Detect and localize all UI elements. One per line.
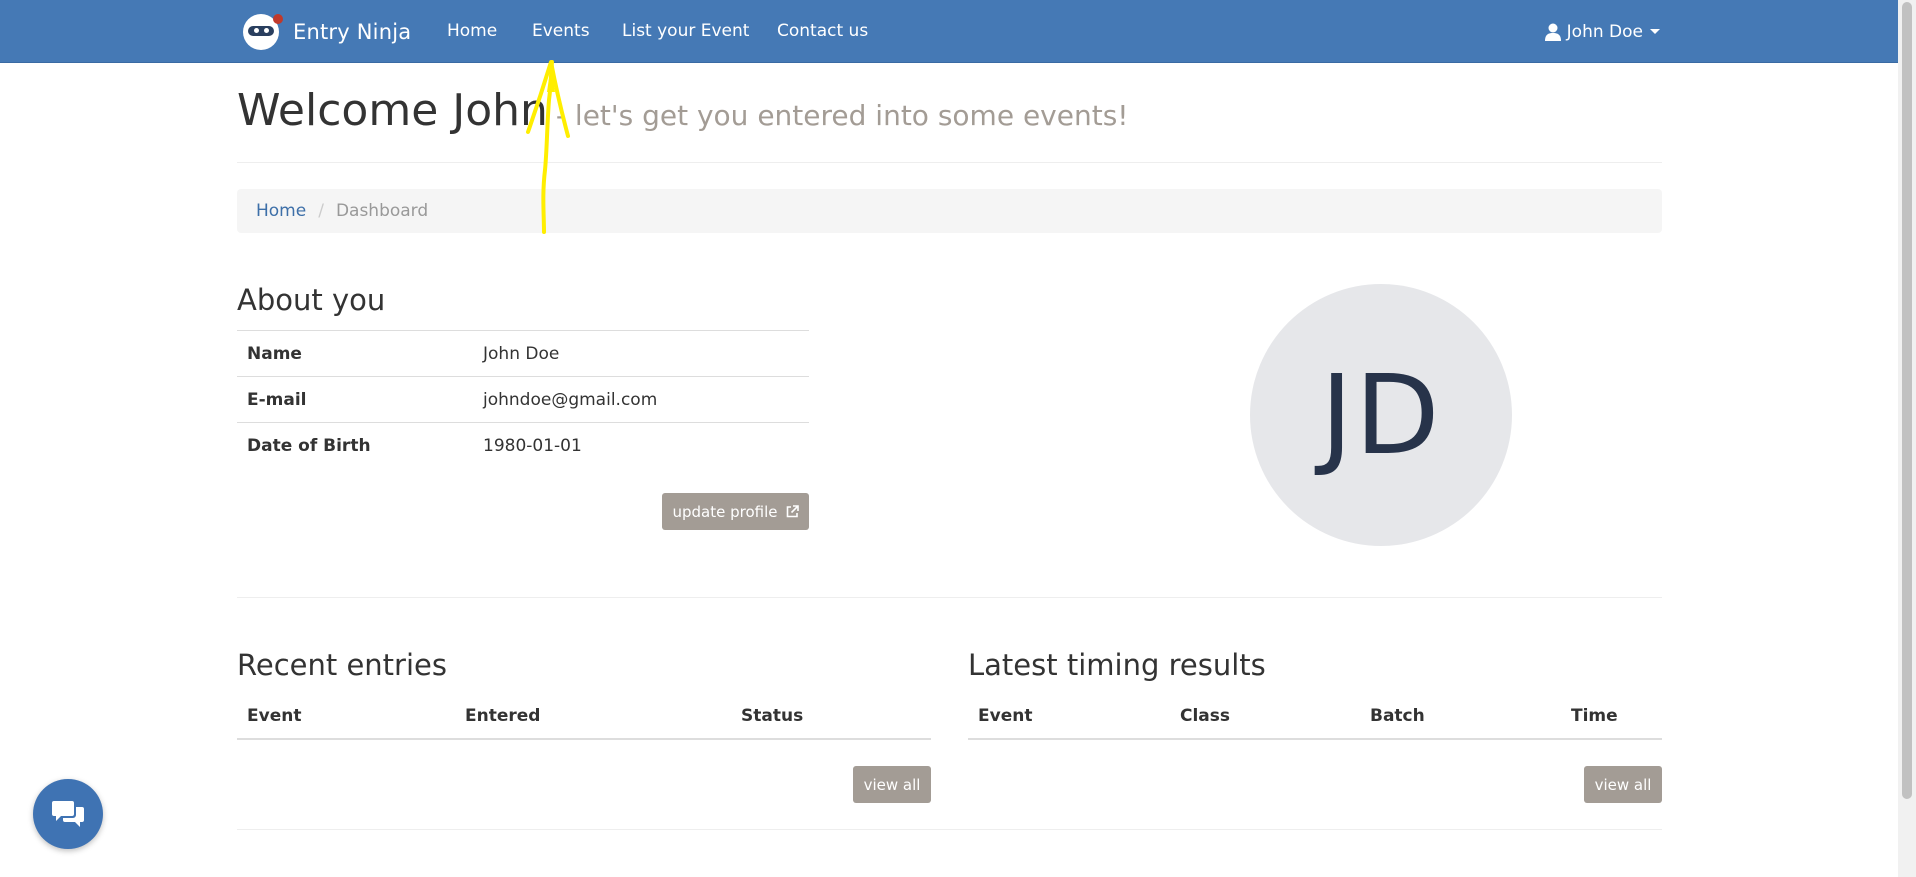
ninja-logo-icon bbox=[243, 13, 283, 50]
timing-results-view-all-button[interactable]: view all bbox=[1584, 766, 1662, 803]
avatar: JD bbox=[1250, 284, 1512, 546]
column-time: Time bbox=[1561, 693, 1662, 740]
breadcrumb-separator: / bbox=[318, 201, 324, 221]
table-header-row: Event Entered Status bbox=[237, 693, 931, 740]
recent-entries-table: Event Entered Status bbox=[237, 693, 931, 740]
timing-results-title: Latest timing results bbox=[968, 648, 1266, 682]
breadcrumb-current: Dashboard bbox=[335, 201, 429, 221]
divider bbox=[237, 597, 1662, 598]
name-value: John Doe bbox=[473, 330, 809, 377]
about-title: About you bbox=[237, 283, 386, 317]
divider bbox=[237, 829, 1662, 830]
name-label: Name bbox=[237, 330, 473, 377]
nav-home[interactable]: Home bbox=[447, 0, 497, 63]
column-event: Event bbox=[968, 693, 1170, 740]
recent-entries-title: Recent entries bbox=[237, 648, 447, 682]
column-status: Status bbox=[731, 693, 931, 740]
recent-entries-view-all-button[interactable]: view all bbox=[853, 766, 931, 803]
chevron-down-icon bbox=[1650, 29, 1660, 34]
update-profile-label: update profile bbox=[672, 502, 778, 521]
brand[interactable]: Entry Ninja bbox=[243, 0, 411, 63]
column-class: Class bbox=[1170, 693, 1360, 740]
brand-name: Entry Ninja bbox=[293, 19, 412, 44]
top-navbar: Entry Ninja Home Events List your Event … bbox=[0, 0, 1898, 63]
chat-icon bbox=[52, 801, 84, 827]
welcome-subtitle: - let's get you entered into some events… bbox=[555, 99, 1129, 132]
table-header-row: Event Class Batch Time bbox=[968, 693, 1662, 740]
user-icon bbox=[1544, 23, 1561, 41]
nav-events[interactable]: Events bbox=[532, 0, 590, 63]
update-profile-button[interactable]: update profile bbox=[662, 493, 809, 530]
dob-label: Date of Birth bbox=[237, 422, 473, 469]
page-scrollbar[interactable] bbox=[1898, 0, 1916, 877]
timing-results-table: Event Class Batch Time bbox=[968, 693, 1662, 740]
dob-value: 1980-01-01 bbox=[473, 422, 809, 469]
nav-contact-us[interactable]: Contact us bbox=[777, 0, 868, 63]
nav-list-your-event[interactable]: List your Event bbox=[622, 0, 749, 63]
table-row: Date of Birth 1980-01-01 bbox=[237, 422, 809, 469]
chat-button[interactable] bbox=[33, 779, 103, 849]
email-label: E-mail bbox=[237, 376, 473, 423]
column-event: Event bbox=[237, 693, 455, 740]
scrollbar-thumb[interactable] bbox=[1902, 2, 1912, 799]
table-row: Name John Doe bbox=[237, 330, 809, 377]
column-entered: Entered bbox=[455, 693, 731, 740]
page-header: Welcome John - let's get you entered into… bbox=[237, 85, 1662, 163]
welcome-title: Welcome John bbox=[237, 85, 548, 136]
page-title: Welcome John - let's get you entered into… bbox=[237, 85, 1662, 136]
external-link-icon bbox=[786, 505, 799, 518]
about-table: Name John Doe E-mail johndoe@gmail.com D… bbox=[237, 330, 809, 469]
email-value: johndoe@gmail.com bbox=[473, 376, 809, 423]
user-menu-dropdown[interactable]: John Doe bbox=[1544, 0, 1660, 63]
table-row: E-mail johndoe@gmail.com bbox=[237, 376, 809, 423]
breadcrumb: Home / Dashboard bbox=[237, 189, 1662, 233]
user-name: John Doe bbox=[1566, 21, 1643, 42]
breadcrumb-home-link[interactable]: Home bbox=[256, 201, 306, 221]
column-batch: Batch bbox=[1360, 693, 1561, 740]
